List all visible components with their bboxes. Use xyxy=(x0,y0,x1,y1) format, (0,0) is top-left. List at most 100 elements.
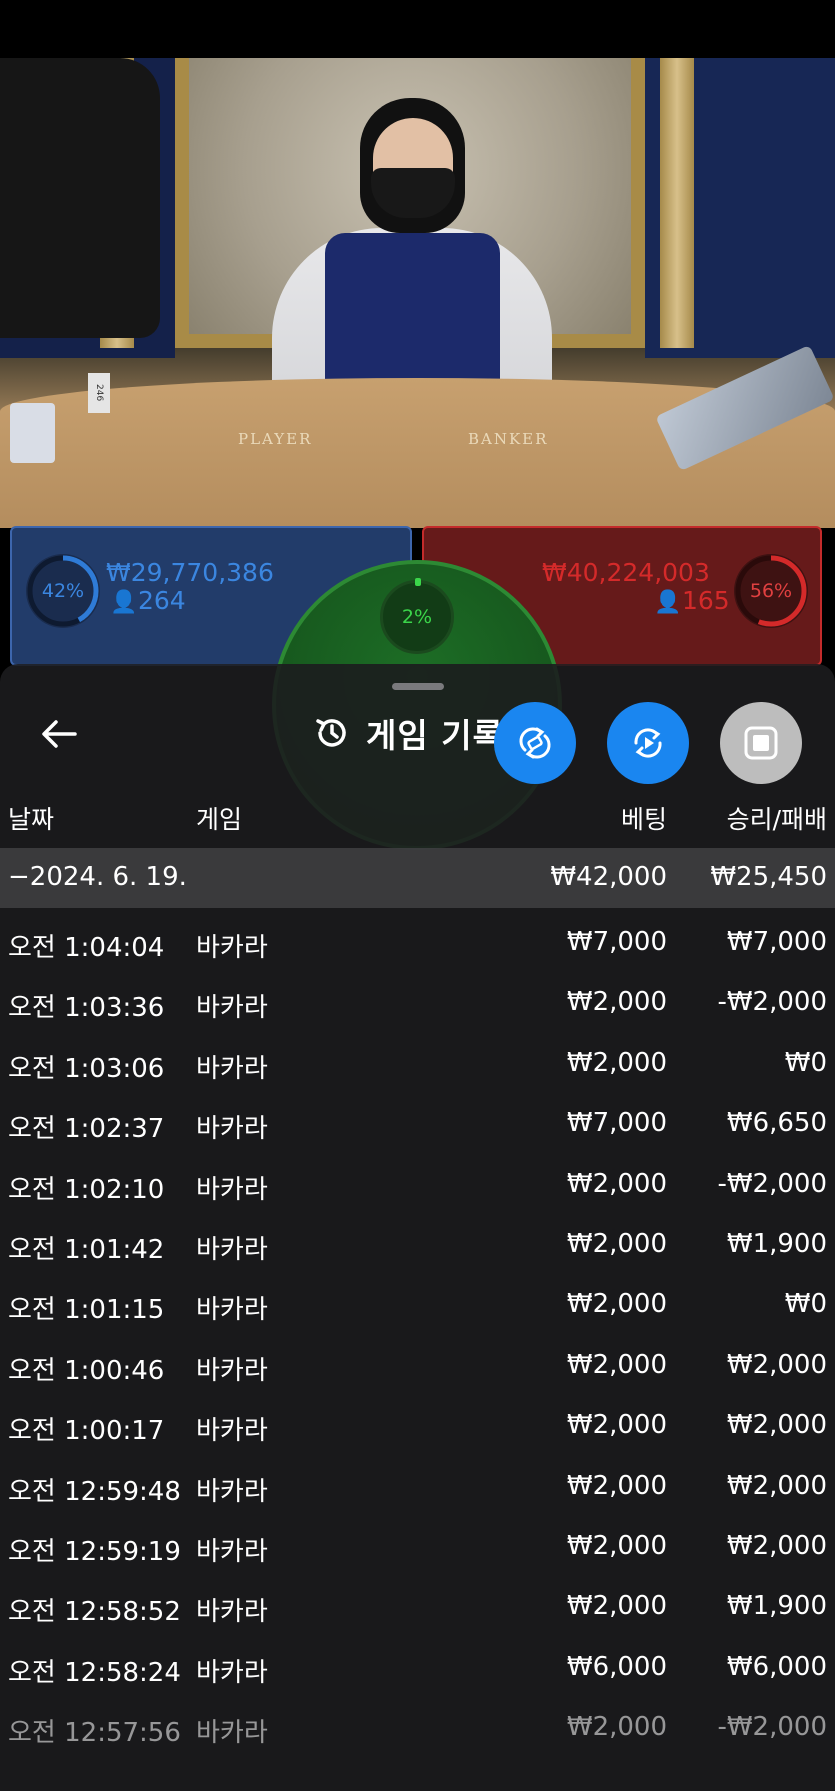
row-game: 바카라 xyxy=(196,1718,268,1749)
row-bet: ₩2,000 xyxy=(566,1228,667,1259)
history-row[interactable]: 오전 1:01:42 바카라 ₩2,000 ₩1,900 xyxy=(0,1217,835,1277)
row-time: 오전 12:58:52 xyxy=(8,1597,181,1628)
date-group-bet-total: ₩42,000 xyxy=(550,862,667,892)
row-result: ₩0 xyxy=(784,1289,827,1320)
history-row[interactable]: 오전 12:59:48 바카라 ₩2,000 ₩2,000 xyxy=(0,1459,835,1519)
history-icon xyxy=(316,719,346,747)
date-group-label: −2024. 6. 19. xyxy=(8,862,187,892)
column-bet: 베팅 xyxy=(620,805,667,834)
row-game: 바카라 xyxy=(196,1295,268,1326)
history-row[interactable]: 오전 12:58:52 바카라 ₩2,000 ₩1,900 xyxy=(0,1579,835,1639)
row-game: 바카라 xyxy=(196,1416,268,1447)
row-bet: ₩7,000 xyxy=(566,1108,667,1139)
history-row[interactable]: 오전 1:00:17 바카라 ₩2,000 ₩2,000 xyxy=(0,1398,835,1458)
history-row[interactable]: 오전 12:58:24 바카라 ₩6,000 ₩6,000 xyxy=(0,1640,835,1700)
row-result: ₩2,000 xyxy=(726,1410,827,1441)
back-button[interactable] xyxy=(34,712,84,756)
row-result: ₩2,000 xyxy=(726,1530,827,1561)
sync-button[interactable] xyxy=(494,702,576,784)
row-result: -₩2,000 xyxy=(717,987,827,1018)
player-percent-ring: 42% xyxy=(26,554,100,628)
replay-button[interactable] xyxy=(607,702,689,784)
player-count: 264 xyxy=(138,586,186,615)
sheet-drag-handle[interactable] xyxy=(392,683,444,690)
row-game: 바카라 xyxy=(196,1536,268,1567)
row-result: ₩2,000 xyxy=(726,1470,827,1501)
page-title: 게임 기록 xyxy=(366,716,504,755)
banker-percent-ring: 56% xyxy=(734,554,808,628)
arrow-left-icon xyxy=(42,720,77,748)
history-row[interactable]: 오전 12:57:56 바카라 ₩2,000 -₩2,000 xyxy=(0,1700,835,1760)
row-time: 오전 1:02:37 xyxy=(8,1114,165,1145)
row-time: 오전 1:03:06 xyxy=(8,1053,165,1084)
row-time: 오전 1:04:04 xyxy=(8,933,165,963)
tie-percent: 2% xyxy=(380,580,454,654)
tie-ring-mark xyxy=(415,578,421,586)
player-percent: 42% xyxy=(41,580,85,602)
row-game: 바카라 xyxy=(196,1174,268,1205)
banker-amount: ₩40,224,003 xyxy=(542,558,710,587)
banker-people-icon: 👤 xyxy=(654,590,682,615)
date-group-row[interactable]: −2024. 6. 19. ₩42,000 ₩25,450 xyxy=(0,848,835,908)
row-game: 바카라 xyxy=(196,1597,268,1628)
row-result: ₩6,650 xyxy=(726,1108,827,1139)
row-game: 바카라 xyxy=(196,1657,268,1688)
row-time: 오전 1:03:36 xyxy=(8,993,165,1024)
status-bar xyxy=(0,0,835,58)
replay-icon xyxy=(634,728,662,758)
row-game: 바카라 xyxy=(196,1234,268,1265)
banker-percent: 56% xyxy=(749,580,793,602)
history-row[interactable]: 오전 1:02:10 바카라 ₩2,000 -₩2,000 xyxy=(0,1157,835,1217)
row-result: ₩0 xyxy=(784,1047,827,1078)
row-bet: ₩6,000 xyxy=(566,1651,667,1682)
history-row[interactable]: 오전 12:59:19 바카라 ₩2,000 ₩2,000 xyxy=(0,1519,835,1579)
sheet-header: 게임 기록 xyxy=(312,708,504,758)
history-row[interactable]: 오전 1:03:36 바카라 ₩2,000 -₩2,000 xyxy=(0,975,835,1035)
row-time: 오전 12:57:56 xyxy=(8,1718,181,1749)
row-time: 오전 12:59:19 xyxy=(8,1536,181,1567)
player-amount: ₩29,770,386 xyxy=(106,558,274,587)
row-game: 바카라 xyxy=(196,1053,268,1084)
row-bet: ₩2,000 xyxy=(566,1349,667,1380)
card-deck xyxy=(10,403,55,463)
row-result: ₩6,000 xyxy=(726,1651,827,1682)
row-bet: ₩2,000 xyxy=(566,1712,667,1743)
row-bet: ₩7,000 xyxy=(566,927,667,957)
card-shoe-label: 246 xyxy=(88,373,110,413)
felt-player-label: PLAYER xyxy=(238,430,313,448)
row-bet: ₩2,000 xyxy=(566,1470,667,1501)
row-bet: ₩2,000 xyxy=(566,1047,667,1078)
row-result: -₩2,000 xyxy=(717,1168,827,1199)
column-date: 날짜 xyxy=(8,805,55,834)
row-game: 바카라 xyxy=(196,1355,268,1386)
row-time: 오전 1:00:46 xyxy=(8,1355,165,1386)
history-row[interactable]: 오전 1:01:15 바카라 ₩2,000 ₩0 xyxy=(0,1277,835,1337)
history-list: 오전 1:04:04 바카라 ₩7,000 ₩7,000 오전 1:03:36 바카라 ₩… xyxy=(0,915,835,1760)
banker-count: 165 xyxy=(682,586,730,615)
row-result: ₩1,900 xyxy=(726,1228,827,1259)
pillar-right xyxy=(660,58,694,348)
row-bet: ₩2,000 xyxy=(566,987,667,1018)
row-result: ₩7,000 xyxy=(726,927,827,957)
row-time: 오전 1:01:15 xyxy=(8,1295,165,1326)
row-bet: ₩2,000 xyxy=(566,1289,667,1320)
history-row[interactable]: 오전 1:00:46 바카라 ₩2,000 ₩2,000 xyxy=(0,1338,835,1398)
stop-button[interactable] xyxy=(720,702,802,784)
row-time: 오전 1:01:42 xyxy=(8,1234,165,1265)
felt-banker-label: BANKER xyxy=(468,430,549,448)
row-bet: ₩2,000 xyxy=(566,1591,667,1622)
row-time: 오전 1:00:17 xyxy=(8,1416,165,1447)
history-row[interactable]: 오전 1:02:37 바카라 ₩7,000 ₩6,650 xyxy=(0,1096,835,1156)
row-result: -₩2,000 xyxy=(717,1712,827,1743)
row-time: 오전 12:59:48 xyxy=(8,1476,181,1507)
row-bet: ₩2,000 xyxy=(566,1168,667,1199)
row-bet: ₩2,000 xyxy=(566,1410,667,1441)
row-result: ₩2,000 xyxy=(726,1349,827,1380)
row-game: 바카라 xyxy=(196,1476,268,1507)
date-group-result-total: ₩25,450 xyxy=(710,862,827,892)
row-game: 바카라 xyxy=(196,1114,268,1145)
row-bet: ₩2,000 xyxy=(566,1530,667,1561)
history-row[interactable]: 오전 1:04:04 바카라 ₩7,000 ₩7,000 xyxy=(0,915,835,975)
sync-icon xyxy=(519,727,551,759)
history-row[interactable]: 오전 1:03:06 바카라 ₩2,000 ₩0 xyxy=(0,1036,835,1096)
